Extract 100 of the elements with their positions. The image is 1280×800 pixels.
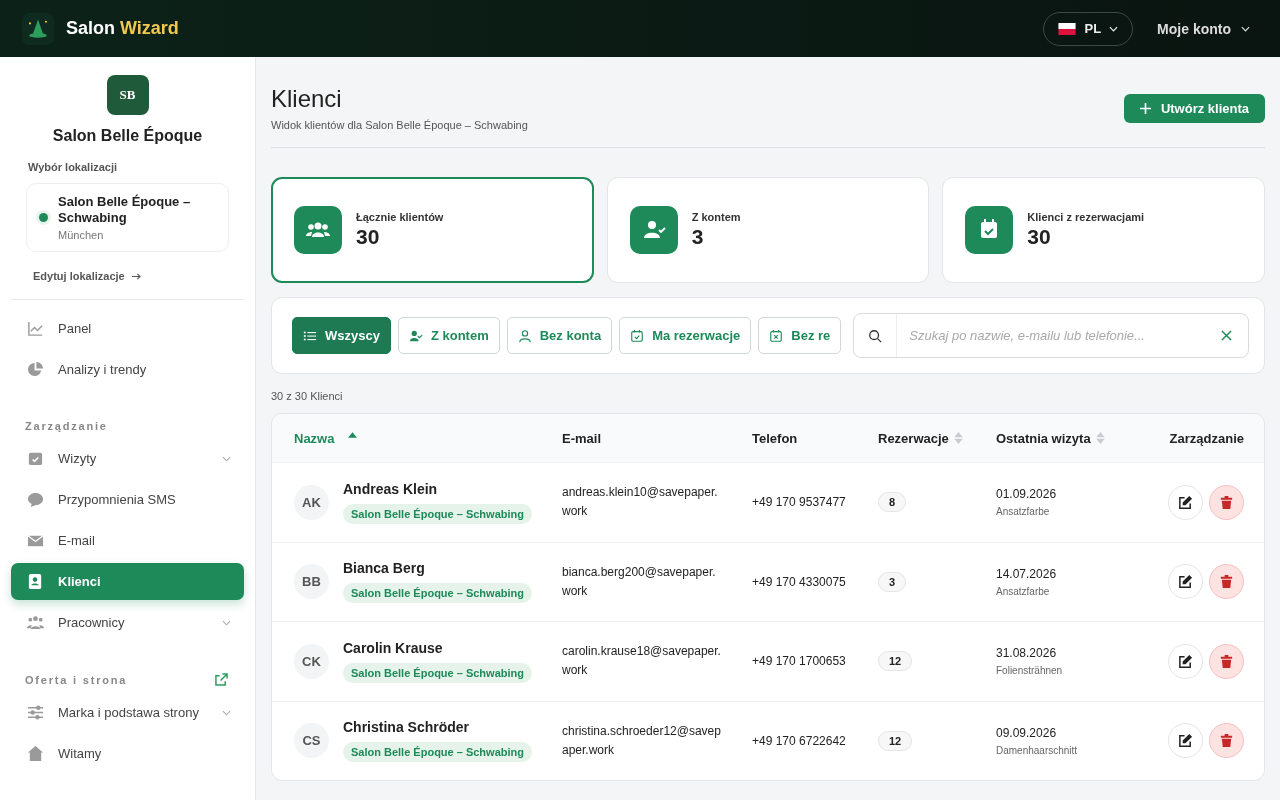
section-label: Zarządzanie — [25, 420, 108, 432]
delete-button[interactable] — [1209, 643, 1244, 679]
chevron-down-icon — [1241, 25, 1250, 32]
edit-button[interactable] — [1168, 564, 1203, 600]
calendar-check-icon — [965, 206, 1014, 254]
column-header[interactable]: Nazwa — [294, 430, 562, 446]
stat-label: Z kontem — [691, 211, 741, 223]
result-count: 30 z 30 Klienci — [271, 390, 344, 402]
home-icon — [27, 745, 44, 762]
plus-icon — [1139, 103, 1151, 114]
stat-card[interactable]: Z kontem 3 — [606, 177, 930, 283]
column-header[interactable]: Telefon — [752, 430, 878, 446]
location-tag: Salon Belle Époque – Schwabing — [343, 662, 532, 683]
stat-value: 30 — [356, 225, 381, 249]
trash-icon — [1219, 574, 1234, 590]
phone-cell: +49 170 4330075 — [752, 574, 846, 589]
nav-item[interactable]: E-mail — [11, 522, 244, 559]
email-cell-text: carolin.krause18@savepaper.work — [562, 643, 722, 680]
filter-chip[interactable]: Ma rezerwacje — [619, 317, 752, 354]
visit-service: Damenhaarschnitt — [996, 744, 1078, 756]
user-check-icon — [408, 328, 423, 343]
email-cell-text: christina.schroeder12@savepaper.work — [562, 722, 722, 759]
sliders-icon — [27, 704, 44, 721]
visit-service: Foliensträhnen — [996, 665, 1063, 677]
email-cell-text: bianca.berg200@savepaper.work — [562, 563, 717, 600]
stat-card[interactable]: Klienci z rezerwacjami 30 — [942, 177, 1265, 283]
search-field[interactable]: Szukaj po nazwie, e-mailu lub telefonie... — [853, 313, 1249, 358]
client-name: Andreas Klein — [343, 480, 439, 497]
location-card[interactable]: Salon Belle Époque – Schwabing München — [26, 183, 229, 253]
calendar-check-icon — [630, 328, 645, 343]
phone-cell: +49 170 6722642 — [752, 733, 846, 748]
section-label: Oferta i strona — [25, 673, 128, 686]
user-icon — [517, 328, 532, 343]
arrow-right-icon — [130, 271, 142, 281]
nav-item[interactable]: Analizy i trendy — [11, 351, 244, 388]
delete-button[interactable] — [1209, 723, 1244, 759]
salon-name: Salon Belle Époque — [51, 127, 204, 146]
avatar: BB — [294, 564, 329, 600]
delete-button[interactable] — [1209, 564, 1244, 600]
delete-button[interactable] — [1209, 484, 1244, 520]
filter-chip[interactable]: Bez konta — [506, 317, 613, 354]
location-tag: Salon Belle Époque – Schwabing — [343, 742, 532, 763]
stat-card[interactable]: Łącznie klientów 30 — [271, 177, 594, 283]
bookings-count: 8 — [878, 492, 907, 513]
edit-icon — [1178, 653, 1193, 669]
column-header[interactable]: E-mail — [562, 430, 752, 446]
wizard-hat-logo-icon — [22, 12, 54, 45]
location-tag: Salon Belle Époque – Schwabing — [343, 583, 532, 604]
edit-button[interactable] — [1168, 484, 1203, 520]
column-header[interactable]: Ostatnia wizyta — [996, 430, 1146, 446]
bookings-count: 3 — [878, 571, 907, 592]
section-label: Wybór lokalizacji — [28, 161, 119, 174]
nav-item[interactable]: Klienci — [11, 563, 244, 600]
edit-locations-link[interactable]: Edytuj lokalizacje — [33, 270, 142, 283]
mail-icon — [27, 532, 44, 549]
chevron-down-icon — [1109, 25, 1119, 32]
nav-item[interactable]: Witamy — [11, 735, 244, 772]
bookings-count: 12 — [878, 651, 913, 672]
nav-item[interactable]: Pracownicy — [11, 604, 244, 641]
location-tag: Salon Belle Époque – Schwabing — [343, 503, 532, 524]
external-link-icon[interactable] — [215, 673, 228, 686]
visit-date: 01.09.2026 — [996, 487, 1057, 502]
email-cell-text: andreas.klein10@savepaper.work — [562, 484, 719, 521]
trash-icon — [1219, 733, 1234, 749]
visit-date: 31.08.2026 — [996, 646, 1057, 661]
visit-date: 14.07.2026 — [996, 566, 1057, 581]
edit-button[interactable] — [1168, 723, 1203, 759]
client-name: Bianca Berg — [343, 560, 426, 577]
flag-icon — [1058, 22, 1077, 35]
contact-icon — [27, 573, 44, 590]
people-icon — [294, 206, 342, 254]
nav-item[interactable]: Przypomnienia SMS — [11, 481, 244, 518]
user-check-icon — [629, 206, 678, 254]
filter-chip[interactable]: Z kontem — [397, 317, 500, 354]
visit-service: Ansatzfarbe — [996, 585, 1050, 597]
nav-item[interactable]: Wizyty — [11, 440, 244, 477]
avatar: AK — [294, 484, 329, 520]
visit-service: Ansatzfarbe — [996, 506, 1050, 518]
column-header[interactable]: Zarządzanie — [1146, 430, 1244, 446]
chart-icon — [27, 320, 44, 337]
account-menu[interactable]: Moje konto — [1151, 19, 1256, 38]
filter-chip[interactable]: Wszyscy — [292, 317, 391, 354]
avatar: CS — [294, 723, 329, 759]
column-header[interactable]: Rezerwacje — [878, 430, 996, 446]
stat-value: 3 — [691, 225, 705, 249]
stat-value: 30 — [1027, 225, 1052, 249]
client-name: Christina Schröder — [343, 719, 471, 736]
edit-button[interactable] — [1168, 643, 1203, 679]
trash-icon — [1219, 653, 1234, 669]
nav-item[interactable]: Marka i podstawa strony — [11, 694, 244, 731]
edit-icon — [1178, 733, 1193, 749]
filter-chip[interactable]: Bez re — [758, 317, 842, 354]
avatar: CK — [294, 643, 329, 679]
nav-item[interactable]: Panel — [11, 310, 244, 347]
clear-icon[interactable] — [1221, 330, 1232, 341]
trash-icon — [1219, 494, 1234, 510]
create-client-button[interactable]: Utwórz klienta — [1123, 94, 1265, 123]
client-name: Carolin Krause — [343, 639, 444, 656]
app-title: Salon Wizard — [66, 18, 179, 39]
bookings-count: 12 — [878, 730, 913, 751]
